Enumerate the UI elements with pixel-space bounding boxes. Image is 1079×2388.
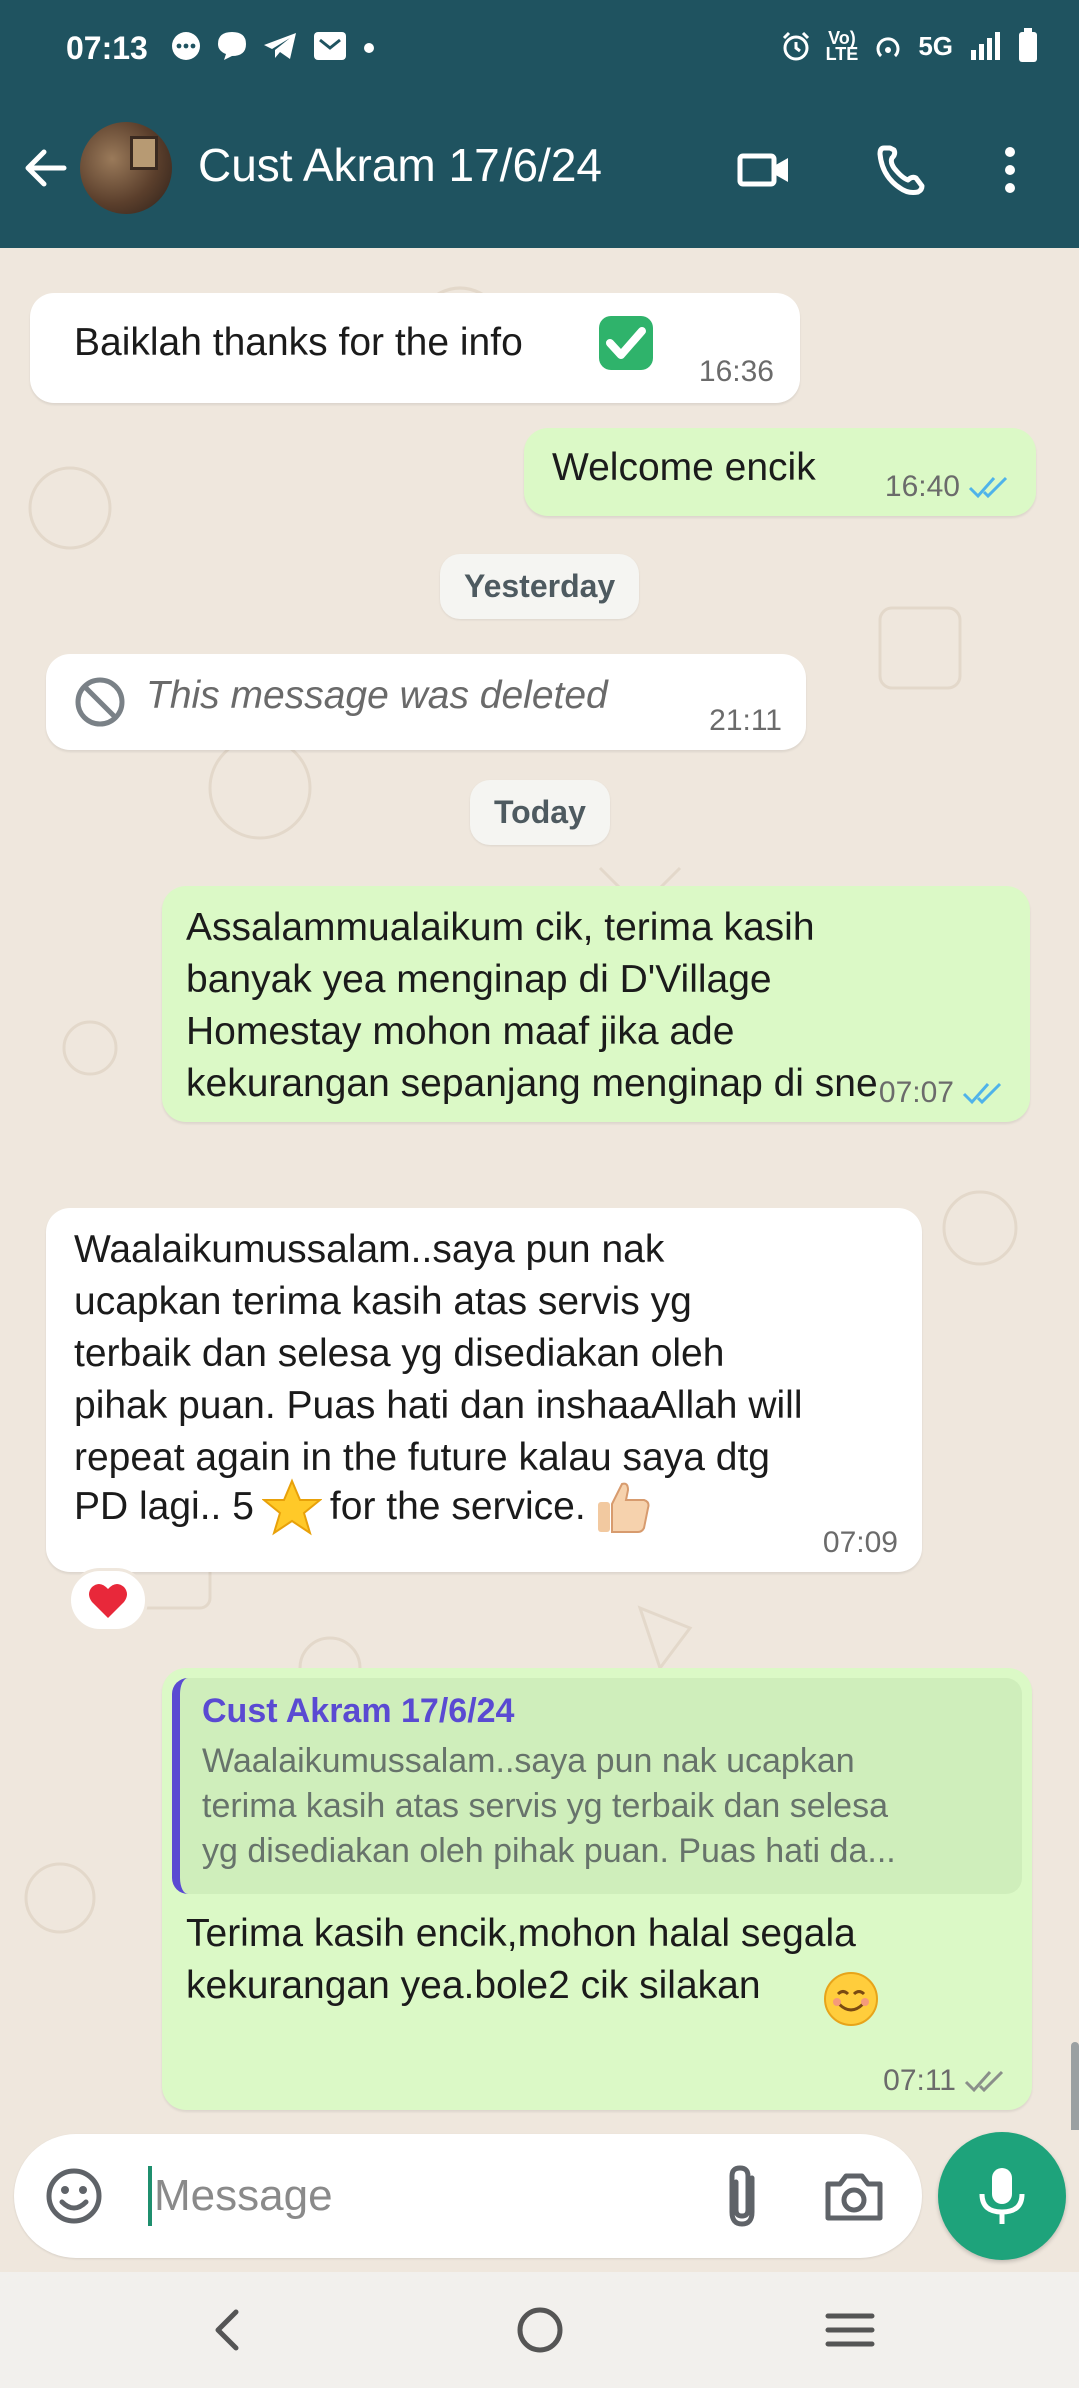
app-bar: Cust Akram 17/6/24 [0, 110, 1079, 230]
message-time: 07:07 [878, 1076, 954, 1109]
message-bubble-incoming[interactable]: Waalaikumussalam..saya pun nak ucapkan t… [46, 1208, 922, 1572]
quoted-text: Waalaikumussalam..saya pun nak ucapkan t… [202, 1742, 896, 1870]
message-notification-icon [218, 32, 246, 60]
read-ticks-icon [962, 1082, 1002, 1105]
message-time: 07:11 [883, 2064, 956, 2097]
text-cursor [148, 2166, 152, 2226]
network-label: 5G [918, 30, 953, 61]
heart-emoji [89, 1583, 127, 1618]
message-text-part: for the service. [329, 1485, 586, 1528]
volte-label: Vo) LTE [825, 28, 859, 64]
back-arrow-icon[interactable] [18, 140, 74, 196]
message-bubble-incoming[interactable]: Baiklah thanks for the info 16:36 [30, 293, 800, 403]
message-text: Baiklah thanks for the info [74, 321, 523, 364]
message-last-line: PD lagi.. 5 for the service. [74, 1478, 652, 1536]
block-icon [75, 677, 125, 727]
message-bubble-outgoing[interactable]: Assalammualaikum cik, terima kasih banya… [162, 886, 1030, 1122]
quoted-sender: Cust Akram 17/6/24 [202, 1692, 515, 1730]
nav-recents-icon[interactable] [820, 2300, 880, 2360]
message-meta: 16:40 [885, 470, 1014, 504]
message-text: Assalammualaikum cik, terima kasih banya… [186, 906, 878, 1105]
message-bubble-outgoing[interactable]: Welcome encik 16:40 [524, 428, 1036, 516]
emoji-icon[interactable] [44, 2166, 104, 2226]
chat-notification-icon [172, 32, 200, 60]
camera-icon[interactable] [822, 2166, 886, 2226]
reaction-badge[interactable] [68, 1568, 148, 1632]
more-notifications-icon [364, 43, 374, 53]
hotspot-icon [876, 37, 900, 58]
message-bubble-deleted[interactable]: This message was deleted 21:11 [46, 654, 806, 750]
composer [14, 2134, 922, 2258]
message-bubble-outgoing-reply[interactable]: Cust Akram 17/6/24 Waalaikumussalam..say… [162, 1668, 1032, 2110]
mic-button[interactable] [938, 2132, 1066, 2260]
system-nav-bar [0, 2272, 1079, 2388]
message-time: 07:09 [822, 1526, 898, 1559]
message-text: Welcome encik [552, 446, 816, 489]
deleted-text: This message was deleted [146, 674, 608, 717]
date-divider: Today [470, 780, 610, 845]
signal-icon [971, 32, 1000, 60]
message-time: 16:40 [884, 470, 960, 503]
message-text-part: PD lagi.. 5 [74, 1485, 254, 1528]
delivered-ticks-icon [964, 2070, 1004, 2093]
scrollbar[interactable] [1071, 2042, 1079, 2130]
message-time: 16:36 [698, 355, 774, 388]
phone-icon[interactable] [872, 142, 932, 198]
status-right: Vo) LTE 5G [780, 28, 1039, 64]
telegram-icon [264, 33, 296, 59]
nav-home-icon[interactable] [510, 2300, 570, 2360]
message-meta: 07:11 [883, 2064, 1010, 2098]
check-box-emoji [599, 316, 653, 370]
contact-name[interactable]: Cust Akram 17/6/24 [198, 138, 602, 192]
date-divider: Yesterday [440, 554, 640, 619]
battery-icon [1019, 28, 1037, 62]
message-input[interactable] [154, 2160, 674, 2232]
star-emoji [261, 1478, 322, 1536]
mail-icon [314, 32, 346, 60]
attach-icon[interactable] [714, 2160, 774, 2232]
avatar[interactable] [80, 122, 172, 214]
nav-back-icon[interactable] [198, 2300, 258, 2360]
thumbs-up-emoji [597, 1482, 650, 1533]
message-text: Terima kasih encik,mohon halal segala ke… [186, 1912, 856, 2007]
message-meta: 07:07 [879, 1076, 1008, 1110]
message-text: Waalaikumussalam..saya pun nak ucapkan t… [74, 1228, 803, 1479]
status-time: 07:13 [66, 30, 148, 66]
more-vert-icon[interactable] [990, 142, 1030, 198]
chat-area[interactable]: Baiklah thanks for the info 16:36 Welcom… [0, 248, 1079, 2130]
message-time: 21:11 [709, 704, 782, 737]
top-bar: 07:13 Vo) LTE 5G Cust Akram 17/6/24 [0, 0, 1079, 248]
video-call-icon[interactable] [734, 142, 794, 198]
status-bar: 07:13 Vo) LTE 5G [0, 0, 1079, 95]
mic-icon [979, 2168, 1025, 2224]
quoted-message[interactable]: Cust Akram 17/6/24 Waalaikumussalam..say… [172, 1678, 1022, 1894]
read-ticks-icon [968, 476, 1008, 499]
alarm-icon [782, 31, 809, 61]
smile-emoji [824, 1972, 878, 2026]
